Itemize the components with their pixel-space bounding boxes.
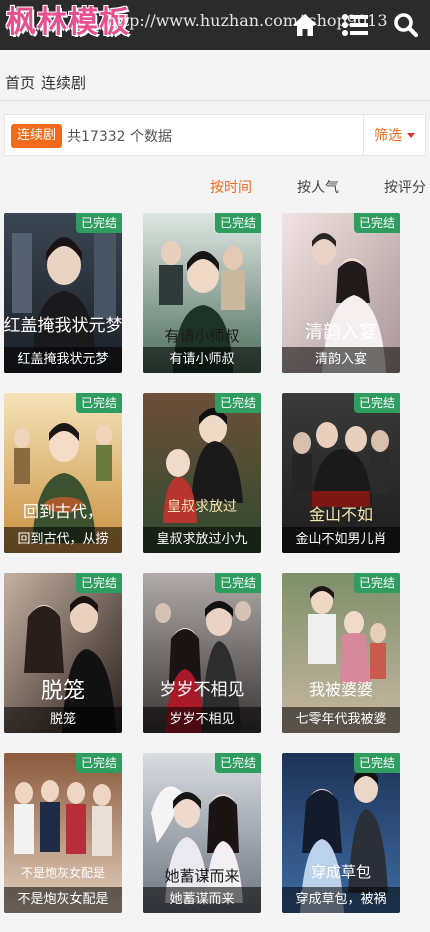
card-title: 穿成草包，被祸 bbox=[282, 887, 400, 913]
poster-title: 清韵入宴 bbox=[305, 321, 377, 343]
status-badge: 已完结 bbox=[353, 753, 400, 773]
status-badge: 已完结 bbox=[353, 573, 400, 593]
drama-card[interactable]: 红盖掩我状元梦 已完结 红盖掩我状元梦 bbox=[4, 213, 122, 373]
status-badge: 已完结 bbox=[214, 753, 261, 773]
drama-card[interactable]: 她蓄谋而来 已完结 她蓄谋而来 bbox=[143, 753, 261, 913]
card-title: 岁岁不相见 bbox=[143, 707, 261, 733]
list-icon[interactable] bbox=[340, 10, 370, 40]
drama-card[interactable]: 金山不如 已完结 金山不如男儿肖 bbox=[282, 393, 400, 553]
poster-title: 回到古代， bbox=[23, 502, 103, 521]
card-title: 皇叔求放过小九 bbox=[143, 527, 261, 553]
home-icon[interactable] bbox=[290, 10, 320, 40]
card-title: 回到古代，从捞 bbox=[4, 527, 122, 553]
drama-card[interactable]: 皇叔求放过 已完结 皇叔求放过小九 bbox=[143, 393, 261, 553]
card-title: 不是炮灰女配是 bbox=[4, 887, 122, 913]
poster-title: 穿成草包 bbox=[311, 863, 371, 881]
caret-down-icon bbox=[407, 132, 415, 138]
card-title: 红盖掩我状元梦 bbox=[4, 347, 122, 373]
poster-title: 岁岁不相见 bbox=[160, 680, 245, 700]
filter-label: 筛选 bbox=[374, 128, 402, 144]
poster-title: 皇叔求放过 bbox=[167, 499, 237, 515]
sort-by-rating[interactable]: 按评分 bbox=[384, 177, 426, 197]
status-badge: 已完结 bbox=[75, 753, 122, 773]
status-badge: 已完结 bbox=[75, 573, 122, 593]
poster-title: 金山不如 bbox=[309, 505, 373, 524]
top-header: 枫林模板 http://www.huzhan.com/ishop9013 bbox=[0, 0, 430, 50]
card-title: 清韵入宴 bbox=[282, 347, 400, 373]
status-badge: 已完结 bbox=[353, 213, 400, 233]
divider bbox=[0, 100, 430, 101]
poster-title: 脱笼 bbox=[41, 679, 85, 704]
poster-title: 红盖掩我状元梦 bbox=[4, 316, 122, 336]
drama-card[interactable]: 不是炮灰女配是 已完结 不是炮灰女配是 bbox=[4, 753, 122, 913]
drama-card[interactable]: 回到古代， 已完结 回到古代，从捞 bbox=[4, 393, 122, 553]
breadcrumb: 首页 连续剧 bbox=[5, 72, 92, 93]
status-badge: 已完结 bbox=[75, 213, 122, 233]
card-title: 金山不如男儿肖 bbox=[282, 527, 400, 553]
breadcrumb-category[interactable]: 连续剧 bbox=[41, 74, 86, 92]
filter-bar: 连续剧 共17332 个数据 筛选 bbox=[4, 114, 426, 156]
poster-title: 她蓄谋而来 bbox=[164, 867, 239, 885]
category-badge[interactable]: 连续剧 bbox=[11, 124, 63, 148]
status-badge: 已完结 bbox=[353, 393, 400, 413]
status-badge: 已完结 bbox=[214, 573, 261, 593]
breadcrumb-home[interactable]: 首页 bbox=[5, 74, 35, 92]
poster-title: 有请小师叔 bbox=[164, 327, 239, 345]
drama-card[interactable]: 岁岁不相见 已完结 岁岁不相见 bbox=[143, 573, 261, 733]
status-badge: 已完结 bbox=[75, 393, 122, 413]
sort-by-time[interactable]: 按时间 bbox=[210, 177, 252, 197]
poster-title: 不是炮灰女配是 bbox=[21, 865, 105, 880]
drama-card[interactable]: 有请小师叔 已完结 有请小师叔 bbox=[143, 213, 261, 373]
status-badge: 已完结 bbox=[214, 213, 261, 233]
drama-card[interactable]: 我被婆婆 已完结 七零年代我被婆 bbox=[282, 573, 400, 733]
search-icon[interactable] bbox=[391, 10, 421, 40]
poster-title: 我被婆婆 bbox=[309, 680, 373, 699]
status-badge: 已完结 bbox=[214, 393, 261, 413]
card-title: 七零年代我被婆 bbox=[282, 707, 400, 733]
sort-by-popularity[interactable]: 按人气 bbox=[297, 177, 339, 197]
drama-card[interactable]: 脱笼 已完结 脱笼 bbox=[4, 573, 122, 733]
drama-card[interactable]: 清韵入宴 已完结 清韵入宴 bbox=[282, 213, 400, 373]
card-title: 她蓄谋而来 bbox=[143, 887, 261, 913]
result-count: 共17332 个数据 bbox=[67, 129, 172, 145]
card-title: 脱笼 bbox=[4, 707, 122, 733]
card-title: 有请小师叔 bbox=[143, 347, 261, 373]
filter-button[interactable]: 筛选 bbox=[363, 115, 425, 155]
drama-card[interactable]: 穿成草包 已完结 穿成草包，被祸 bbox=[282, 753, 400, 913]
